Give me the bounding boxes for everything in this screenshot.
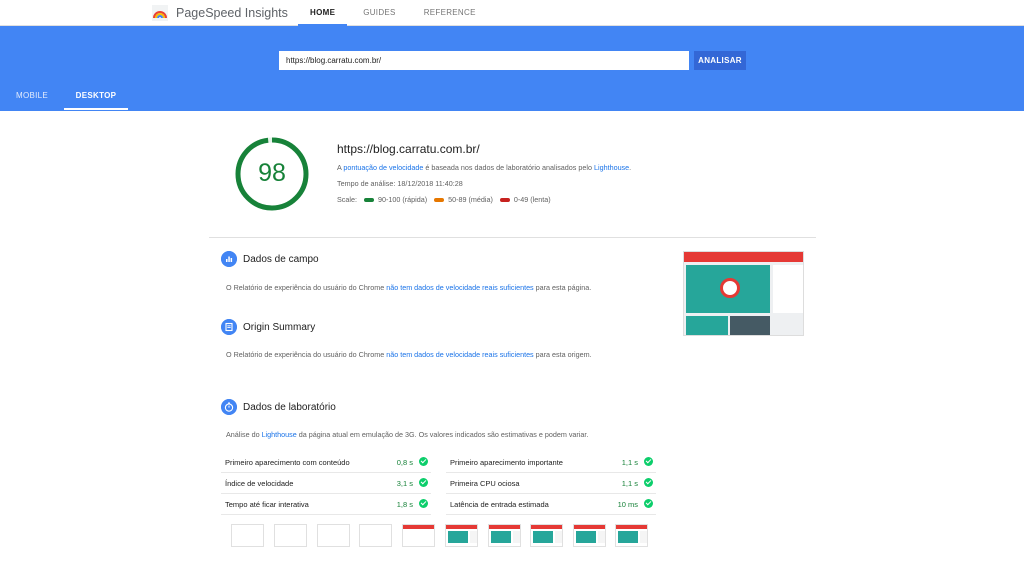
check-icon <box>419 457 428 466</box>
filmstrip-frame-blank <box>359 524 392 547</box>
top-bar: PageSpeed Insights HOME GUIDES REFERENCE <box>0 0 1024 26</box>
lighthouse-link[interactable]: Lighthouse <box>594 163 629 172</box>
check-icon <box>644 499 653 508</box>
lab-lighthouse-link[interactable]: Lighthouse <box>262 430 297 439</box>
scale-average-pill <box>434 197 445 202</box>
field-data-icon <box>221 251 237 267</box>
nav-reference[interactable]: REFERENCE <box>412 0 488 26</box>
tab-desktop[interactable]: DESKTOP <box>64 84 128 110</box>
lab-data-title: Dados de laboratório <box>243 402 336 413</box>
check-icon <box>644 457 653 466</box>
filmstrip-frame <box>530 524 563 547</box>
metric-row: Primeiro aparecimento importante 1,1 s <box>446 452 656 473</box>
main-nav: HOME GUIDES REFERENCE <box>298 0 492 26</box>
filmstrip-frame <box>402 524 435 547</box>
filmstrip-frame <box>573 524 606 547</box>
filmstrip-frame <box>488 524 521 547</box>
section-divider <box>209 237 816 238</box>
filmstrip-frame <box>445 524 478 547</box>
lab-data-desc: Análise do Lighthouse da página atual em… <box>226 430 589 439</box>
pagespeed-logo-icon <box>152 5 168 21</box>
url-input[interactable] <box>279 51 689 70</box>
origin-summary-desc: O Relatório de experiência do usuário do… <box>226 350 592 359</box>
search-hero: ANALISAR MOBILE DESKTOP <box>0 26 1024 111</box>
field-data-desc: O Relatório de experiência do usuário do… <box>226 283 592 292</box>
analyze-button[interactable]: ANALISAR <box>694 51 746 70</box>
filmstrip-frame <box>615 524 648 547</box>
lab-data-icon <box>221 399 237 415</box>
scale-fast-pill <box>363 197 374 202</box>
score-scale: Scale: 90-100 (rápida) 50-89 (média) 0-4… <box>337 195 551 204</box>
field-data-link[interactable]: não tem dados de velocidade reais sufici… <box>386 283 533 292</box>
speed-score-link[interactable]: pontuação de velocidade <box>343 163 423 172</box>
field-data-title: Dados de campo <box>243 254 319 265</box>
metric-row: Tempo até ficar interativa 1,8 s <box>221 494 431 515</box>
performance-score: 98 <box>258 159 286 187</box>
scale-slow-pill <box>499 197 510 202</box>
metric-row: Latência de entrada estimada 10 ms <box>446 494 656 515</box>
tab-mobile[interactable]: MOBILE <box>0 84 64 110</box>
origin-summary-link[interactable]: não tem dados de velocidade reais sufici… <box>386 350 533 359</box>
filmstrip-frame-blank <box>274 524 307 547</box>
analysis-time: Tempo de análise: 18/12/2018 11:40:28 <box>337 179 463 188</box>
metric-row: Primeiro aparecimento com conteúdo 0,8 s <box>221 452 431 473</box>
check-icon <box>419 478 428 487</box>
filmstrip-frame-blank <box>231 524 264 547</box>
origin-summary-title: Origin Summary <box>243 322 316 333</box>
metric-row: Índice de velocidade 3,1 s <box>221 473 431 494</box>
analyzed-url: https://blog.carratu.com.br/ <box>337 142 480 156</box>
origin-summary-icon <box>221 319 237 335</box>
check-icon <box>419 499 428 508</box>
nav-home[interactable]: HOME <box>298 0 348 26</box>
metric-row: Primeira CPU ociosa 1,1 s <box>446 473 656 494</box>
page-screenshot-thumbnail <box>683 251 804 336</box>
app-title: PageSpeed Insights <box>176 6 288 20</box>
filmstrip-frame-blank <box>317 524 350 547</box>
score-description: A pontuação de velocidade é baseada nos … <box>337 163 632 172</box>
nav-guides[interactable]: GUIDES <box>351 0 407 26</box>
check-icon <box>644 478 653 487</box>
